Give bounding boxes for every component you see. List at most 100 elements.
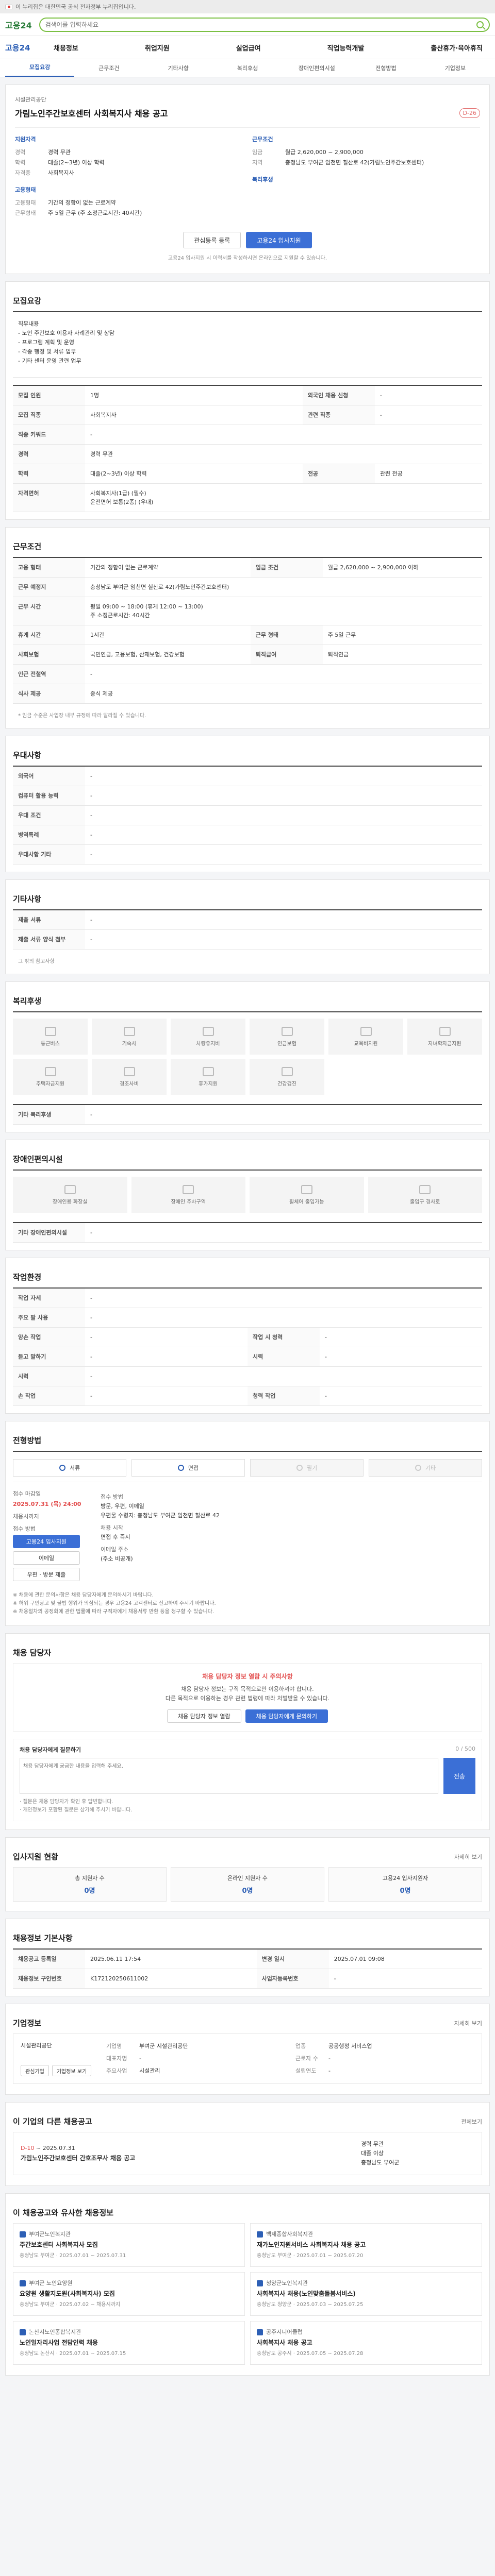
- table-row: 시력 -: [13, 1366, 482, 1386]
- table-row: 컴퓨터 활용 능력 -: [13, 786, 482, 806]
- table-row: 채용공고 등록일 2025.06.11 17:54 변경 일시 2025.07.01 …: [13, 1949, 482, 1969]
- rec-meta: 충청남도 공주시 · 2025.07.05 ~ 2025.07.28: [257, 2351, 364, 2357]
- stat-label: 온라인 지원자 수: [227, 1875, 268, 1882]
- tab-recruit[interactable]: 모집요강: [5, 59, 75, 77]
- row-key: 전공: [302, 464, 375, 484]
- company-info-button[interactable]: 기업정보 보기: [52, 2065, 92, 2076]
- contact-manager-button[interactable]: 채용 담당자에게 문의하기: [245, 1709, 328, 1723]
- recommend-card[interactable]: 논산시노인종합복지관 노인일자리사업 전담인력 채용 충청남도 논산시 · 2025…: [13, 2321, 245, 2365]
- company-badge-icon: [20, 2280, 26, 2286]
- nav-item-jobs[interactable]: 채용정보: [46, 43, 86, 53]
- email-apply-button[interactable]: 이메일: [13, 1551, 80, 1565]
- row-key: 임금 조건: [250, 557, 323, 578]
- check-icon: [296, 1465, 303, 1471]
- table-row: 외국어 -: [13, 766, 482, 786]
- nav-item-unemployment-benefit[interactable]: 실업급여: [229, 43, 268, 53]
- benefit-item: 기숙사: [92, 1019, 167, 1055]
- nav-brand[interactable]: 고용24: [5, 42, 46, 53]
- ask-send-button[interactable]: 전송: [443, 1758, 475, 1794]
- tab-company[interactable]: 기업정보: [421, 64, 490, 72]
- recommend-card[interactable]: 공주시니어클럽 사회복지사 채용 공고 충청남도 공주시 · 2025.07.05 …: [250, 2321, 482, 2365]
- environment-section: 작업환경 작업 자세 - 주요 팔 사용 - 양손 작업 - 작업 시 청력 - 듣고 말…: [5, 1258, 490, 1414]
- row-value: 사회복지사(1급) (필수) 운전면허 보통(2종) (우대): [85, 483, 482, 512]
- method-value: 방문, 우편, 이메일: [101, 1503, 144, 1510]
- other-job-card[interactable]: D-10 ~ 2025.07.31 가림노인주간보호센터 간호조무사 채용 공고…: [13, 2132, 482, 2175]
- mail-apply-button[interactable]: 우편 · 방문 제출: [13, 1568, 80, 1581]
- row-value: 1명: [85, 385, 303, 405]
- row-key: 변경 일시: [256, 1949, 329, 1969]
- nav-item-vocational-training[interactable]: 직업능력개발: [320, 43, 372, 53]
- recommend-card[interactable]: 부여군노인복지관 주간보호센터 사회복지사 모집 충청남도 부여군 · 2025.0…: [13, 2223, 245, 2267]
- ask-textarea[interactable]: [20, 1758, 438, 1794]
- row-value: 충청남도 부여군 임천면 칠산로 42(가림노인주간보호센터): [85, 577, 482, 597]
- online-apply-button[interactable]: 고용24 입사지원: [13, 1535, 80, 1548]
- row-value: -: [85, 786, 482, 806]
- search-icon[interactable]: [476, 21, 484, 28]
- apply-button[interactable]: 고용24 입사지원: [246, 232, 312, 248]
- benefit-label: 자녀학자금지원: [428, 1041, 461, 1047]
- table-row: 인근 전철역 -: [13, 664, 482, 684]
- row-value: -: [320, 1327, 482, 1347]
- job-title: 가림노인주간보호센터 사회복지사 채용 공고: [15, 109, 168, 118]
- recommend-card[interactable]: 부여군 노인요양원 요양원 생활지도원(사회복지사) 모집 충청남도 부여군 · 2…: [13, 2272, 245, 2316]
- rec-title: 노인일자리사업 전담인력 채용: [20, 2339, 98, 2346]
- graduation-cap-icon: [439, 1026, 451, 1036]
- benefit-label: 차량유지비: [196, 1041, 220, 1047]
- nav-item-employment-support[interactable]: 취업지원: [138, 43, 177, 53]
- row-value: 2025.06.11 17:54: [85, 1949, 257, 1969]
- tab-facility[interactable]: 장애인편의시설: [282, 64, 351, 72]
- summary-key: 경력: [15, 149, 26, 156]
- nav-item-maternity-leave[interactable]: 출산휴가·육아휴직: [423, 43, 490, 53]
- table-row: 양손 작업 - 작업 시 청력 -: [13, 1327, 482, 1347]
- row-key: 관련 직종: [302, 405, 375, 425]
- view-manager-button[interactable]: 채용 담당자 정보 열람: [167, 1709, 241, 1723]
- deadline-label: 접수 마감일: [13, 1490, 41, 1497]
- site-logo[interactable]: 고용24: [5, 19, 32, 31]
- rec-company: 청양군노인복지관: [266, 2280, 308, 2286]
- wage-note: * 임금 수준은 사업장 내부 규정에 따라 달라질 수 있습니다.: [18, 713, 146, 719]
- tab-work[interactable]: 근무조건: [74, 64, 143, 72]
- recommend-card[interactable]: 백제종합사회복지관 재가노인지원서비스 사회복지사 채용 공고 충청남도 부여군 ·…: [250, 2223, 482, 2267]
- recruit-section: 모집요강 직무내용 - 노인 주간보호 이용자 사례관리 및 상담 - 프로그램…: [5, 281, 490, 520]
- benefit-item: 차량유지비: [171, 1019, 245, 1055]
- tab-process[interactable]: 전형방법: [351, 64, 420, 72]
- table-row: 휴게 시간 1시간 근무 형태 주 5일 근무: [13, 625, 482, 645]
- tab-etc[interactable]: 기타사항: [144, 64, 213, 72]
- section-heading: 복리후생: [13, 996, 42, 1006]
- job-header: 시설관리공단 가림노인주간보호센터 사회복지사 채용 공고 D-26 지원자격 …: [5, 84, 490, 274]
- rec-company: 부여군노인복지관: [29, 2231, 71, 2238]
- row-value: 퇴직연금: [322, 645, 482, 665]
- row-value: 국민연금, 고용보험, 산재보험, 건강보험: [85, 645, 251, 665]
- row-value: -: [85, 1105, 482, 1125]
- step-written: 필기: [250, 1459, 364, 1477]
- recommend-card[interactable]: 청양군노인복지관 사회복지사 채용(노인맞춤돌봄서비스) 충청남도 청양군 · 20…: [250, 2272, 482, 2316]
- company-name[interactable]: 시설관리공단: [15, 95, 480, 104]
- section-heading: 전형방법: [13, 1436, 42, 1445]
- row-key: 기타 복리후생: [13, 1105, 85, 1125]
- company-more-link[interactable]: 자세히 보기: [454, 2019, 482, 2027]
- company-badge-icon: [20, 2329, 26, 2335]
- facility-grid: 장애인용 화장실 장애인 주차구역 휠체어 출입가능 출입구 경사로: [13, 1170, 482, 1213]
- company-box: 시설관리공단 관심기업 기업정보 보기 기업명 부여군 시설관리공단 업종 공공행정…: [13, 2033, 482, 2084]
- favorite-company-button[interactable]: 관심기업: [21, 2065, 49, 2076]
- status-more-link[interactable]: 자세히 보기: [454, 1853, 482, 1861]
- stat-num: 0명: [242, 1887, 253, 1895]
- table-row: 모집 인원 1명 외국인 채용 신청 -: [13, 385, 482, 405]
- search-input[interactable]: [45, 21, 476, 28]
- ask-note: · 개인정보가 포함된 질문은 삼가해 주시기 바랍니다.: [20, 1807, 133, 1813]
- row-value: 중식 제공: [85, 684, 482, 704]
- row-key: 병역특례: [13, 825, 85, 845]
- row-value: -: [374, 405, 482, 425]
- facility-item: 장애인 주차구역: [131, 1177, 245, 1213]
- scrap-button[interactable]: 관심등록 등록: [183, 232, 241, 248]
- benefit-item: 연금보험: [250, 1019, 324, 1055]
- row-value: 평일 09:00 ~ 18:00 (휴게 12:00 ~ 13:00) 주 소정…: [85, 597, 482, 625]
- row-key: 채용정보 구인번호: [13, 1969, 85, 1989]
- tab-benefit[interactable]: 복리후생: [213, 64, 282, 72]
- condition-summary: 근무조건 임금 월급 2,620,000 ~ 2,900,000 지역 충청남도 부…: [252, 135, 480, 218]
- ask-title: 채용 담당자에게 질문하기: [20, 1747, 81, 1753]
- benefit-item: 주택자금지원: [13, 1059, 88, 1095]
- other-jobs-more-link[interactable]: 전체보기: [461, 2117, 482, 2126]
- section-heading: 근무조건: [13, 542, 42, 551]
- row-key: 외국인 채용 신청: [302, 385, 375, 405]
